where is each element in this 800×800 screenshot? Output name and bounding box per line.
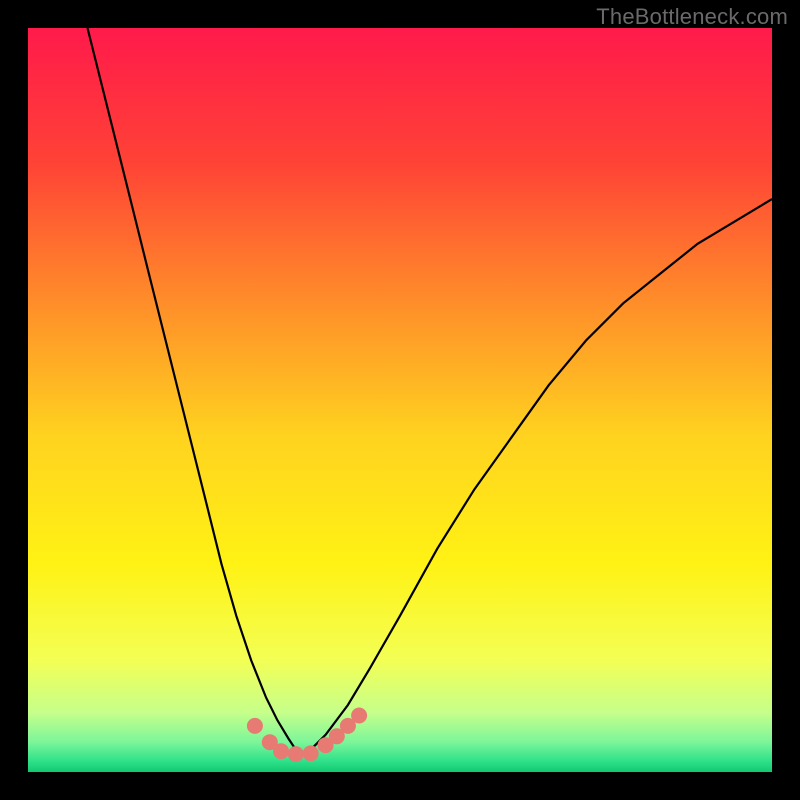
marker-point: [288, 746, 304, 762]
watermark-text: TheBottleneck.com: [596, 4, 788, 30]
marker-point: [247, 718, 263, 734]
bottleneck-chart: [0, 0, 800, 800]
marker-point: [273, 743, 289, 759]
chart-frame: TheBottleneck.com: [0, 0, 800, 800]
plot-background: [28, 28, 772, 772]
marker-point: [351, 708, 367, 724]
marker-point: [303, 745, 319, 761]
